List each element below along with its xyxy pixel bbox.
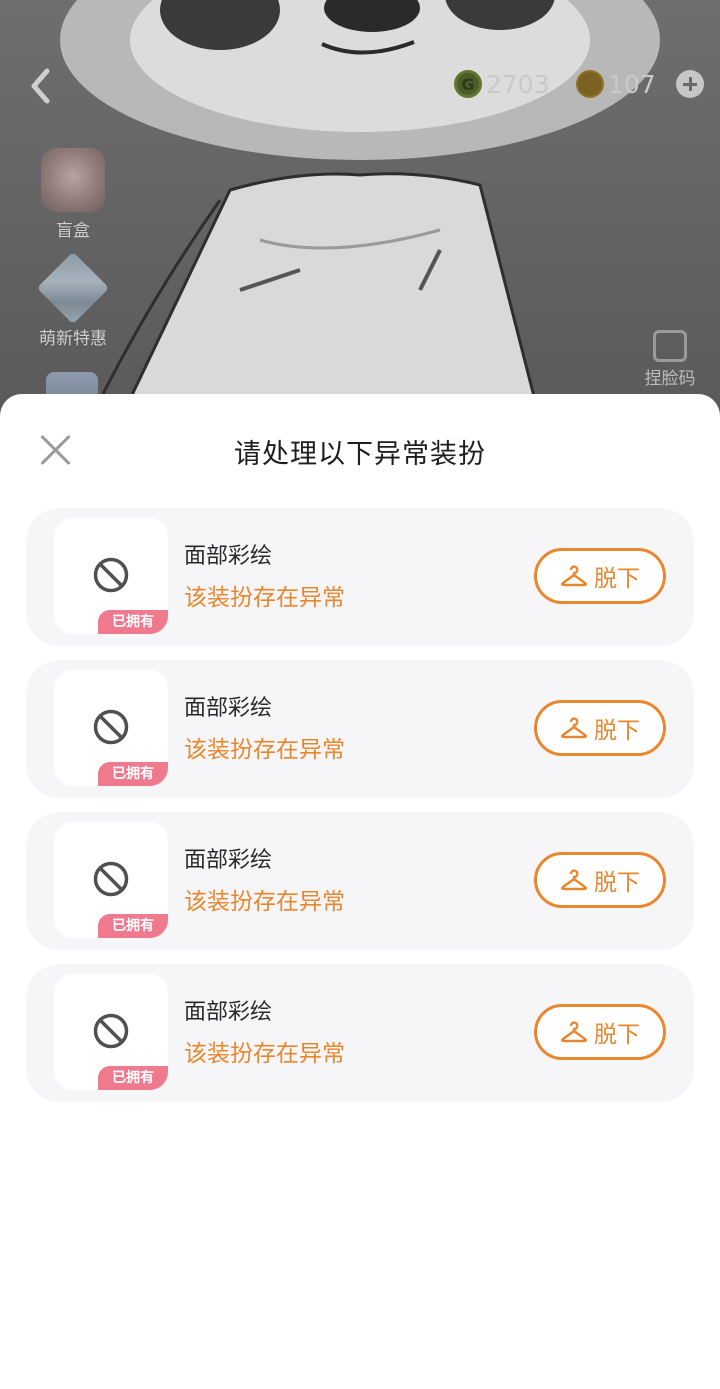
outfit-name: 面部彩绘 bbox=[184, 848, 273, 873]
hanger-icon bbox=[561, 1021, 587, 1043]
take-off-label: 脱下 bbox=[594, 870, 640, 896]
newbie-deal-icon bbox=[36, 251, 110, 325]
avatar-scene: G 2703 107 盲盒 萌新特惠 捏脸码 bbox=[0, 0, 720, 420]
gift-box-icon bbox=[41, 148, 105, 212]
edit-face-icon bbox=[653, 330, 687, 362]
hanger-icon bbox=[561, 717, 587, 739]
owned-badge: 已拥有 bbox=[98, 1066, 168, 1090]
outfit-thumbnail[interactable]: 已拥有 bbox=[54, 974, 168, 1090]
outfit-status: 该装扮存在异常 bbox=[184, 1041, 345, 1067]
currency-coin[interactable]: 107 bbox=[576, 66, 656, 102]
abnormal-outfit-list: 已拥有 面部彩绘 该装扮存在异常 脱下 已拥有 面部彩绘 该装扮存在异常 脱下 … bbox=[26, 508, 694, 1116]
take-off-button[interactable]: 脱下 bbox=[534, 548, 666, 604]
take-off-button[interactable]: 脱下 bbox=[534, 700, 666, 756]
side-item-label: 盲盒 bbox=[56, 221, 90, 241]
outfit-status: 该装扮存在异常 bbox=[184, 585, 345, 611]
outfit-item: 已拥有 面部彩绘 该装扮存在异常 脱下 bbox=[26, 964, 694, 1102]
outfit-status: 该装扮存在异常 bbox=[184, 737, 345, 763]
hanger-icon bbox=[561, 565, 587, 587]
currency-g[interactable]: G 2703 bbox=[454, 66, 550, 102]
prohibited-icon bbox=[93, 1013, 129, 1049]
owned-badge: 已拥有 bbox=[98, 914, 168, 938]
outfit-thumbnail[interactable]: 已拥有 bbox=[54, 822, 168, 938]
hanger-icon bbox=[561, 869, 587, 891]
prohibited-icon bbox=[93, 861, 129, 897]
owned-badge: 已拥有 bbox=[98, 762, 168, 786]
gold-coin-icon bbox=[576, 70, 604, 98]
prohibited-icon bbox=[93, 557, 129, 593]
side-item-newbie-deal[interactable]: 萌新特惠 bbox=[30, 251, 116, 349]
outfit-name: 面部彩绘 bbox=[184, 696, 273, 721]
take-off-label: 脱下 bbox=[594, 718, 640, 744]
outfit-name: 面部彩绘 bbox=[184, 1000, 273, 1025]
side-item-blindbox[interactable]: 盲盒 bbox=[30, 148, 116, 241]
face-code-label: 捏脸码 bbox=[644, 369, 696, 389]
prohibited-icon bbox=[93, 709, 129, 745]
take-off-label: 脱下 bbox=[594, 566, 640, 592]
owned-badge: 已拥有 bbox=[98, 610, 168, 634]
g-coin-icon: G bbox=[454, 70, 482, 98]
take-off-button[interactable]: 脱下 bbox=[534, 1004, 666, 1060]
outfit-status: 该装扮存在异常 bbox=[184, 889, 345, 915]
abnormal-outfit-dialog: 请处理以下异常装扮 已拥有 面部彩绘 该装扮存在异常 脱下 已拥有 面部彩绘 该… bbox=[0, 394, 720, 1389]
outfit-name: 面部彩绘 bbox=[184, 544, 273, 569]
take-off-button[interactable]: 脱下 bbox=[534, 852, 666, 908]
chevron-left-icon bbox=[31, 68, 50, 104]
outfit-item: 已拥有 面部彩绘 该装扮存在异常 脱下 bbox=[26, 812, 694, 950]
back-button[interactable] bbox=[22, 64, 58, 108]
side-item-label: 萌新特惠 bbox=[39, 329, 107, 349]
outfit-item: 已拥有 面部彩绘 该装扮存在异常 脱下 bbox=[26, 660, 694, 798]
outfit-thumbnail[interactable]: 已拥有 bbox=[54, 670, 168, 786]
face-code-button[interactable]: 捏脸码 bbox=[638, 330, 702, 389]
outfit-item: 已拥有 面部彩绘 该装扮存在异常 脱下 bbox=[26, 508, 694, 646]
add-currency-button[interactable] bbox=[676, 70, 704, 98]
currency-g-value: 2703 bbox=[486, 69, 550, 99]
take-off-label: 脱下 bbox=[594, 1022, 640, 1048]
dialog-title: 请处理以下异常装扮 bbox=[234, 439, 486, 470]
outfit-thumbnail[interactable]: 已拥有 bbox=[54, 518, 168, 634]
currency-coin-value: 107 bbox=[608, 69, 656, 99]
